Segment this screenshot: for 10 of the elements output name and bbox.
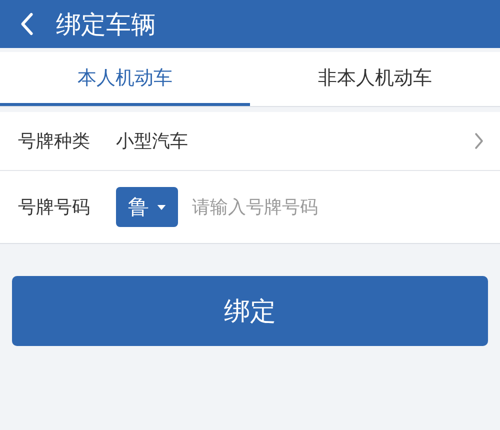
province-dropdown[interactable]: 鲁 <box>116 187 178 227</box>
field-label: 号牌号码 <box>18 196 91 219</box>
select-row[interactable]: 号牌种类 小型汽车 <box>0 112 500 171</box>
field-value: 小型汽车 <box>116 130 189 153</box>
bind-button[interactable]: 绑定 <box>12 276 488 346</box>
field-label: 号牌种类 <box>18 130 91 153</box>
back-icon[interactable] <box>20 12 34 36</box>
page-title: 绑定车辆 <box>56 8 156 40</box>
chevron-icon <box>474 132 484 150</box>
caret-icon <box>157 204 166 210</box>
